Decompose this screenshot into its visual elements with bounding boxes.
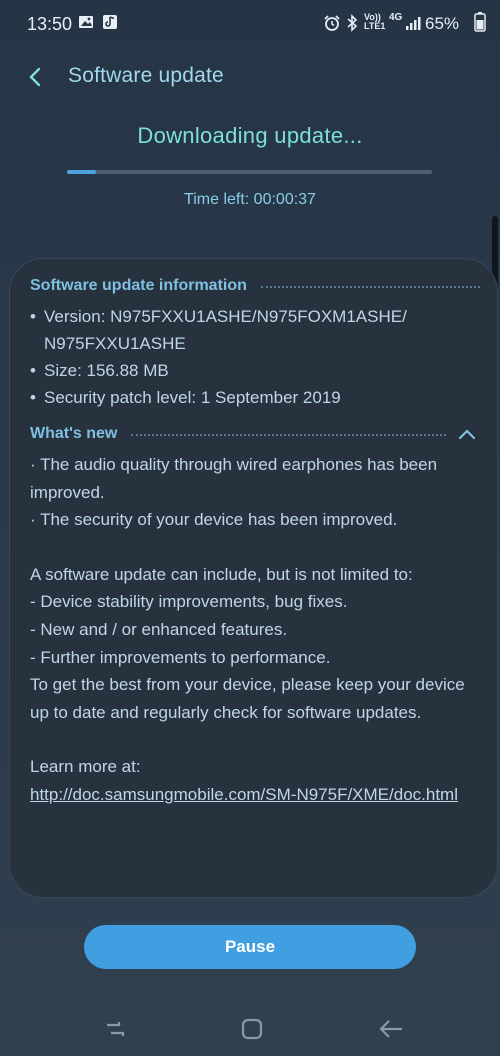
whats-new-title: What's new bbox=[30, 425, 118, 442]
image-icon bbox=[78, 14, 94, 35]
recents-icon bbox=[107, 1022, 125, 1036]
progress-fill bbox=[67, 170, 97, 174]
changes-text: · The audio quality through wired earpho… bbox=[30, 455, 438, 530]
version-item: Version: N975FXXU1ASHE/N975FOXM1ASHE/ N9… bbox=[30, 303, 480, 357]
size-item: Size: 156.88 MB bbox=[30, 357, 480, 384]
update-info-card[interactable]: Software update information Version: N97… bbox=[9, 258, 498, 898]
back-icon bbox=[379, 1020, 402, 1038]
signal-icon bbox=[405, 15, 421, 36]
bluetooth-icon bbox=[346, 14, 358, 37]
home-button[interactable] bbox=[237, 1014, 267, 1044]
progress-bar bbox=[67, 170, 432, 174]
nav-back-button[interactable] bbox=[376, 1014, 406, 1044]
back-button[interactable] bbox=[20, 62, 50, 92]
volte-icon: Vo)) LTE1 bbox=[364, 12, 386, 31]
back-chevron-icon bbox=[29, 67, 41, 87]
info-list: Version: N975FXXU1ASHE/N975FOXM1ASHE/ N9… bbox=[30, 303, 480, 411]
alarm-icon bbox=[323, 14, 341, 37]
learn-more-link[interactable]: http://doc.samsungmobile.com/SM-N975F/XM… bbox=[30, 781, 480, 809]
chevron-up-icon bbox=[458, 429, 476, 440]
home-icon bbox=[241, 1018, 263, 1040]
battery-icon bbox=[474, 12, 486, 37]
dotted-divider bbox=[131, 434, 446, 436]
disclaimer-text: A software update can include, but is no… bbox=[30, 564, 465, 722]
4g-icon: 4G bbox=[389, 12, 403, 23]
learn-more-label: Learn more at: bbox=[30, 757, 141, 777]
download-status: Downloading update... bbox=[137, 123, 363, 148]
navigation-bar bbox=[0, 1000, 500, 1056]
dotted-divider bbox=[260, 286, 480, 288]
battery-percent: 65% bbox=[425, 14, 460, 33]
pause-button[interactable]: Pause bbox=[84, 925, 416, 969]
info-section-header: Software update information bbox=[30, 273, 480, 299]
app-header: Software update bbox=[0, 52, 500, 102]
whats-new-header[interactable]: What's new bbox=[30, 421, 480, 447]
status-time: 13:50 bbox=[27, 14, 73, 34]
screen: 13:50 Vo)) LTE1 4G 65% Software update D… bbox=[0, 0, 500, 1056]
status-bar: 13:50 Vo)) LTE1 4G 65% bbox=[0, 0, 500, 46]
recents-button[interactable] bbox=[100, 1014, 130, 1044]
info-section-title: Software update information bbox=[30, 277, 247, 294]
security-patch-item: Security patch level: 1 September 2019 bbox=[30, 384, 480, 411]
app-notification-icon bbox=[102, 14, 118, 35]
page-title: Software update bbox=[68, 64, 224, 87]
collapse-button[interactable] bbox=[454, 421, 480, 447]
time-left: Time left: 00:00:37 bbox=[184, 191, 316, 208]
